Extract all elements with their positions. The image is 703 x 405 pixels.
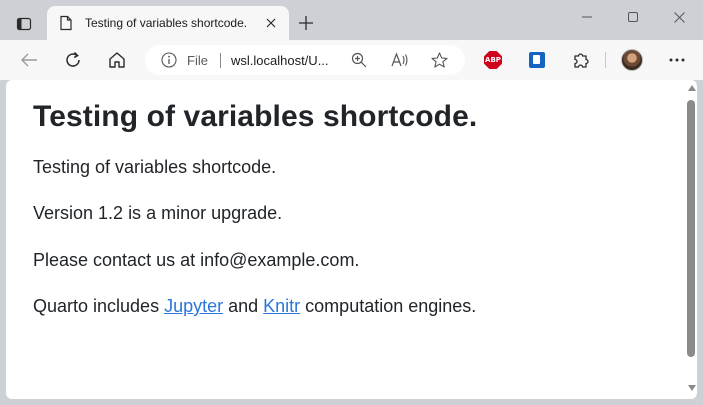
jupyter-link[interactable]: Jupyter (164, 296, 223, 316)
scrollbar-thumb[interactable] (687, 100, 695, 357)
scheme-label: File (187, 53, 208, 68)
star-icon (430, 51, 448, 68)
read-aloud-icon (391, 52, 408, 67)
avatar (621, 49, 643, 71)
knitr-link[interactable]: Knitr (263, 296, 300, 316)
extensions-button[interactable] (565, 44, 597, 76)
tab-strip: Testing of variables shortcode. (0, 0, 703, 40)
close-icon (673, 11, 685, 23)
new-tab-button[interactable] (294, 11, 318, 35)
page-title: Testing of variables shortcode. (33, 100, 478, 133)
home-button[interactable] (101, 44, 133, 76)
close-window-button[interactable] (656, 2, 702, 32)
minimize-icon (582, 16, 592, 18)
read-aloud-button[interactable] (391, 51, 409, 69)
toolbar-divider (605, 52, 606, 68)
page-viewport: Testing of variables shortcode. Testing … (6, 80, 697, 399)
engines-text-after: computation engines. (300, 296, 477, 316)
scroll-down-arrow[interactable] (688, 385, 696, 391)
address-separator (220, 53, 221, 68)
navigation-toolbar: File wsl.localhost/U... ABP (0, 40, 703, 80)
adblock-extension-button[interactable]: ABP (477, 44, 509, 76)
back-button[interactable] (13, 44, 45, 76)
plus-icon (299, 16, 313, 30)
scroll-up-arrow[interactable] (688, 85, 696, 91)
paragraph-engines: Quarto includes Jupyter and Knitr comput… (33, 296, 476, 317)
vertical-scrollbar[interactable] (687, 80, 697, 399)
puzzle-icon (574, 53, 589, 68)
refresh-icon (66, 51, 80, 67)
tab-actions-icon (16, 17, 32, 31)
engines-text-before: Quarto includes (33, 296, 165, 316)
browser-tab[interactable]: Testing of variables shortcode. (47, 6, 289, 40)
paragraph-contact: Please contact us at info@example.com. (33, 250, 360, 270)
maximize-button[interactable] (610, 2, 656, 32)
zoom-icon (351, 52, 367, 68)
close-icon (266, 18, 276, 28)
more-icon (669, 58, 685, 62)
back-arrow-icon (21, 53, 37, 67)
info-icon[interactable] (161, 52, 177, 68)
home-icon (109, 52, 125, 68)
engines-text-middle: and (223, 296, 264, 316)
refresh-button[interactable] (57, 44, 89, 76)
minimize-button[interactable] (564, 2, 610, 32)
maximize-icon (628, 12, 638, 22)
paragraph-version: Version 1.2 is a minor upgrade. (33, 203, 283, 223)
tab-actions-button[interactable] (8, 8, 40, 40)
profile-button[interactable] (616, 44, 648, 76)
zoom-button[interactable] (350, 51, 368, 69)
url-text[interactable]: wsl.localhost/U... (231, 53, 329, 68)
extension-icon (529, 52, 545, 68)
extension-button[interactable] (521, 44, 553, 76)
close-tab-button[interactable] (263, 15, 279, 31)
page-icon (60, 15, 72, 31)
more-button[interactable] (661, 44, 693, 76)
address-bar[interactable]: File wsl.localhost/U... (145, 45, 465, 75)
favorite-button[interactable] (430, 51, 448, 69)
browser-window: Testing of variables shortcode. File wsl… (0, 0, 703, 405)
tab-title: Testing of variables shortcode. (85, 16, 248, 30)
paragraph-intro: Testing of variables shortcode. (33, 157, 277, 177)
adblock-icon: ABP (484, 51, 502, 69)
